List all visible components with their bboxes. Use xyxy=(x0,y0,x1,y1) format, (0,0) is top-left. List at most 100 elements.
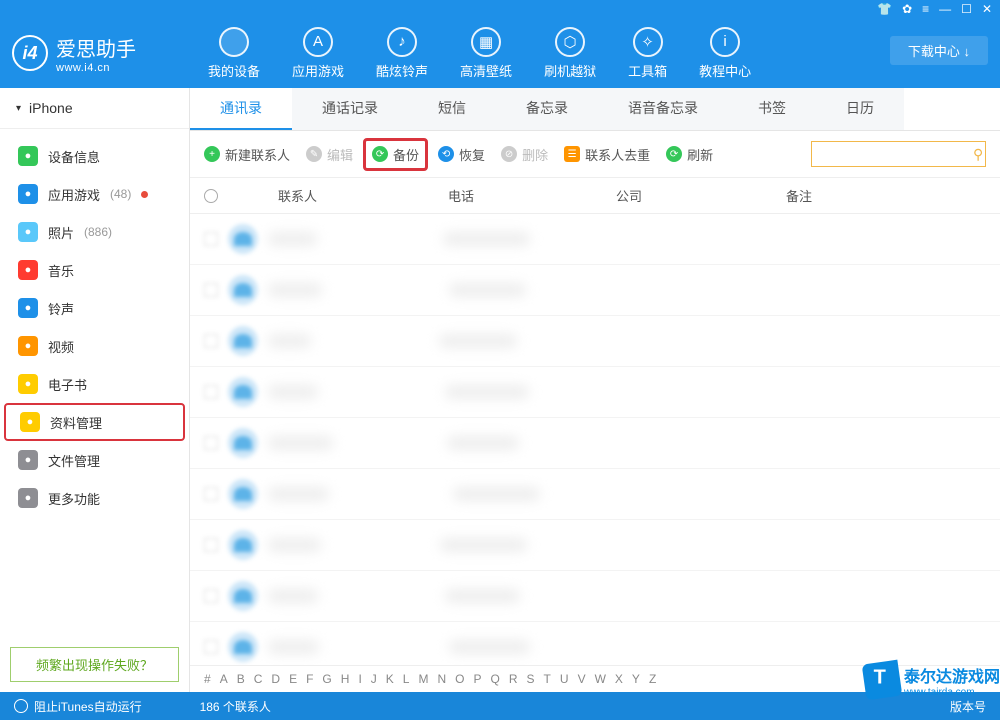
alpha-M[interactable]: M xyxy=(418,672,428,686)
top-nav-1[interactable]: A应用游戏 xyxy=(292,27,344,80)
tab-1[interactable]: 通话记录 xyxy=(292,88,408,130)
backup-icon: ⟳ xyxy=(372,146,388,162)
col-phone[interactable]: 电话 xyxy=(448,186,616,205)
minimize-icon[interactable]: — xyxy=(939,2,951,16)
row-checkbox[interactable] xyxy=(204,487,218,501)
sidebar-item-4[interactable]: ●铃声 xyxy=(0,289,189,327)
backup-button[interactable]: ⟳ 备份 xyxy=(363,138,428,171)
row-checkbox[interactable] xyxy=(204,640,218,654)
alpha-P[interactable]: P xyxy=(474,672,482,686)
device-selector[interactable]: iPhone xyxy=(0,88,189,129)
search-box[interactable]: ⚲ xyxy=(811,141,986,167)
sidebar-icon: ● xyxy=(18,488,38,508)
alpha-Y[interactable]: Y xyxy=(632,672,640,686)
table-row[interactable] xyxy=(190,622,1000,665)
alpha-H[interactable]: H xyxy=(341,672,350,686)
col-company[interactable]: 公司 xyxy=(616,186,786,205)
alpha-W[interactable]: W xyxy=(595,672,606,686)
tab-2[interactable]: 短信 xyxy=(408,88,496,130)
alpha-J[interactable]: J xyxy=(371,672,377,686)
new-contact-button[interactable]: + 新建联系人 xyxy=(204,145,290,164)
alpha-N[interactable]: N xyxy=(437,672,446,686)
gear-icon[interactable]: ✿ xyxy=(902,2,912,16)
alpha-D[interactable]: D xyxy=(271,672,280,686)
alpha-I[interactable]: I xyxy=(358,672,361,686)
table-row[interactable] xyxy=(190,469,1000,520)
sidebar: iPhone ●设备信息●应用游戏(48)●照片(886)●音乐●铃声●视频●电… xyxy=(0,88,190,692)
table-row[interactable] xyxy=(190,571,1000,622)
download-center-button[interactable]: 下载中心 ↓ xyxy=(890,36,988,65)
refresh-button[interactable]: ⟳ 刷新 xyxy=(666,145,713,164)
alpha-R[interactable]: R xyxy=(509,672,518,686)
search-input[interactable] xyxy=(818,147,973,161)
row-checkbox[interactable] xyxy=(204,334,218,348)
col-note[interactable]: 备注 xyxy=(786,186,986,205)
sidebar-item-9[interactable]: ●更多功能 xyxy=(0,479,189,517)
search-icon[interactable]: ⚲ xyxy=(973,146,983,163)
top-nav-5[interactable]: ✧工具箱 xyxy=(628,27,667,80)
row-checkbox[interactable] xyxy=(204,589,218,603)
app-title: 爱思助手 xyxy=(56,33,136,62)
dedup-button[interactable]: ☰ 联系人去重 xyxy=(564,145,650,164)
alpha-C[interactable]: C xyxy=(254,672,263,686)
tab-0[interactable]: 通讯录 xyxy=(190,88,292,130)
alpha-L[interactable]: L xyxy=(403,672,410,686)
row-checkbox[interactable] xyxy=(204,385,218,399)
plus-icon: + xyxy=(204,146,220,162)
sidebar-item-2[interactable]: ●照片(886) xyxy=(0,213,189,251)
alpha-F[interactable]: F xyxy=(306,672,313,686)
table-row[interactable] xyxy=(190,520,1000,571)
row-checkbox[interactable] xyxy=(204,232,218,246)
top-nav-3[interactable]: ▦高清壁纸 xyxy=(460,27,512,80)
alpha-T[interactable]: T xyxy=(544,672,551,686)
row-checkbox[interactable] xyxy=(204,436,218,450)
alpha-U[interactable]: U xyxy=(560,672,569,686)
row-checkbox[interactable] xyxy=(204,538,218,552)
table-row[interactable] xyxy=(190,367,1000,418)
sidebar-item-7[interactable]: ●资料管理 xyxy=(4,403,185,441)
itunes-block-toggle[interactable]: 阻止iTunes自动运行 xyxy=(14,698,142,715)
table-row[interactable] xyxy=(190,316,1000,367)
alpha-O[interactable]: O xyxy=(455,672,464,686)
alpha-#[interactable]: # xyxy=(204,672,211,686)
restore-button[interactable]: ⟲ 恢复 xyxy=(438,145,485,164)
sidebar-item-1[interactable]: ●应用游戏(48) xyxy=(0,175,189,213)
sidebar-item-0[interactable]: ●设备信息 xyxy=(0,137,189,175)
maximize-icon[interactable]: ☐ xyxy=(961,2,972,16)
nav-icon: ⬡ xyxy=(555,27,585,57)
top-nav-4[interactable]: ⬡刷机越狱 xyxy=(544,27,596,80)
delete-button[interactable]: ⊘ 删除 xyxy=(501,145,548,164)
top-nav-0[interactable]: 我的设备 xyxy=(208,27,260,80)
col-contact[interactable]: 联系人 xyxy=(238,186,448,205)
skin-icon[interactable]: ≡ xyxy=(922,2,929,16)
tab-3[interactable]: 备忘录 xyxy=(496,88,598,130)
shirt-icon[interactable]: 👕 xyxy=(877,2,892,16)
alpha-E[interactable]: E xyxy=(289,672,297,686)
table-row[interactable] xyxy=(190,214,1000,265)
sidebar-item-8[interactable]: ●文件管理 xyxy=(0,441,189,479)
select-all-checkbox[interactable] xyxy=(204,189,238,203)
top-nav-2[interactable]: ♪酷炫铃声 xyxy=(376,27,428,80)
alpha-S[interactable]: S xyxy=(527,672,535,686)
alpha-A[interactable]: A xyxy=(220,672,228,686)
alpha-V[interactable]: V xyxy=(578,672,586,686)
sidebar-item-5[interactable]: ●视频 xyxy=(0,327,189,365)
alpha-X[interactable]: X xyxy=(615,672,623,686)
table-row[interactable] xyxy=(190,418,1000,469)
alpha-Q[interactable]: Q xyxy=(491,672,500,686)
edit-button[interactable]: ✎ 编辑 xyxy=(306,145,353,164)
top-nav-6[interactable]: i教程中心 xyxy=(699,27,751,80)
alpha-B[interactable]: B xyxy=(237,672,245,686)
tab-6[interactable]: 日历 xyxy=(816,88,904,130)
tab-5[interactable]: 书签 xyxy=(728,88,816,130)
sidebar-item-6[interactable]: ●电子书 xyxy=(0,365,189,403)
help-link[interactable]: 频繁出现操作失败？ xyxy=(10,647,179,682)
alpha-K[interactable]: K xyxy=(386,672,394,686)
sidebar-item-3[interactable]: ●音乐 xyxy=(0,251,189,289)
alpha-G[interactable]: G xyxy=(322,672,331,686)
tab-4[interactable]: 语音备忘录 xyxy=(598,88,728,130)
alpha-Z[interactable]: Z xyxy=(649,672,656,686)
row-checkbox[interactable] xyxy=(204,283,218,297)
close-icon[interactable]: ✕ xyxy=(982,2,992,16)
table-row[interactable] xyxy=(190,265,1000,316)
